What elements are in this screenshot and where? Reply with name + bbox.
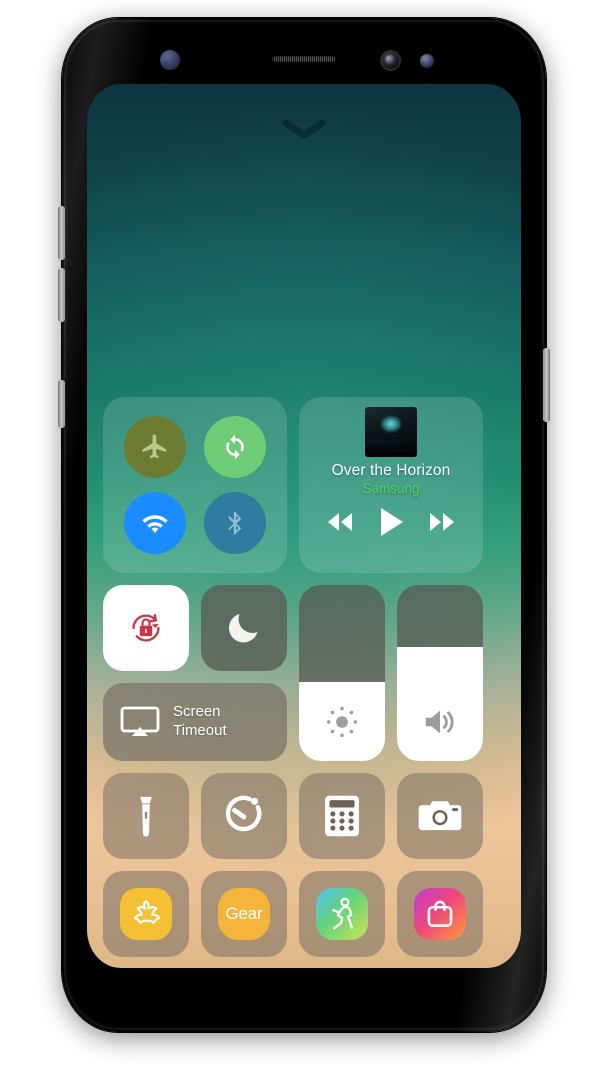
bixby-button[interactable] — [58, 380, 65, 428]
play-icon[interactable] — [376, 506, 406, 538]
top-bezel — [62, 18, 546, 88]
screen-timeout-line2: Timeout — [173, 722, 227, 739]
front-camera-icon — [380, 50, 401, 71]
phone-frame: Over the Horizon Samsung Screen Timeout … — [58, 18, 550, 1032]
flower-icon — [133, 899, 161, 924]
camera-icon — [418, 801, 462, 831]
chevron-down-icon[interactable] — [281, 118, 327, 140]
power-button[interactable] — [543, 348, 550, 422]
rewind-icon[interactable] — [323, 510, 357, 534]
album-art — [365, 407, 417, 457]
volume-up-button[interactable] — [58, 206, 65, 260]
shopping-bag-icon — [427, 900, 453, 927]
control-center: Over the Horizon Samsung Screen Timeout … — [103, 397, 505, 957]
screen-timeout-line1: Screen — [173, 703, 221, 721]
media-controls — [307, 506, 475, 538]
toggle-airplane-mode[interactable] — [124, 416, 186, 478]
app-samsung-health[interactable] — [299, 871, 385, 957]
calculator-icon — [325, 795, 359, 837]
samsung-pay-badge — [120, 888, 172, 940]
toggle-do-not-disturb[interactable] — [201, 585, 287, 671]
screen-timeout-label: Screen Timeout — [173, 703, 227, 741]
phone-screen: Over the Horizon Samsung Screen Timeout … — [87, 84, 521, 968]
app-shortcut-row-2: Gear — [103, 871, 505, 957]
samsung-health-badge — [316, 888, 368, 940]
quick-toggle-column: Screen Timeout — [103, 585, 287, 761]
brightness-slider-fill — [299, 681, 385, 761]
app-camera[interactable] — [397, 773, 483, 859]
timer-icon — [225, 795, 262, 832]
app-timer[interactable] — [201, 773, 287, 859]
track-title: Over the Horizon — [331, 462, 451, 479]
galaxy-store-badge — [414, 888, 466, 940]
quick-toggle-pair — [103, 585, 287, 671]
app-calculator[interactable] — [299, 773, 385, 859]
volume-down-button[interactable] — [58, 268, 65, 322]
volume-icon — [425, 710, 454, 734]
toggle-auto-rotate[interactable] — [204, 416, 266, 478]
iris-sensor-icon — [160, 50, 180, 70]
bluetooth-icon — [228, 511, 242, 535]
airplane-icon — [142, 434, 167, 459]
moon-icon — [228, 614, 258, 643]
app-gear[interactable]: Gear — [201, 871, 287, 957]
connectivity-panel — [103, 397, 287, 573]
app-galaxy-store[interactable] — [397, 871, 483, 957]
brightness-icon — [326, 706, 358, 738]
brightness-slider[interactable] — [299, 585, 385, 761]
screen-mirroring-icon — [120, 706, 160, 736]
volume-slider-fill — [397, 646, 483, 761]
rotation-lock-icon — [132, 614, 160, 642]
app-flashlight[interactable] — [103, 773, 189, 859]
sync-icon — [226, 434, 244, 460]
earpiece-speaker — [272, 56, 336, 62]
proximity-sensor-icon — [420, 54, 434, 68]
media-player-panel: Over the Horizon Samsung — [299, 397, 483, 573]
flashlight-icon — [140, 796, 152, 837]
volume-slider[interactable] — [397, 585, 483, 761]
track-artist: Samsung — [362, 481, 420, 496]
toggle-rotation-lock[interactable] — [103, 585, 189, 671]
control-center-row-2: Screen Timeout — [103, 585, 505, 761]
fast-forward-icon[interactable] — [425, 510, 459, 534]
app-samsung-pay[interactable] — [103, 871, 189, 957]
app-shortcut-row-1 — [103, 773, 505, 859]
control-center-row-1: Over the Horizon Samsung — [103, 397, 505, 573]
screen-timeout-button[interactable]: Screen Timeout — [103, 683, 287, 761]
toggle-bluetooth[interactable] — [204, 492, 266, 554]
toggle-wifi[interactable] — [124, 492, 186, 554]
gear-badge: Gear — [218, 888, 270, 940]
wifi-icon — [142, 515, 168, 533]
running-person-icon — [332, 897, 353, 930]
